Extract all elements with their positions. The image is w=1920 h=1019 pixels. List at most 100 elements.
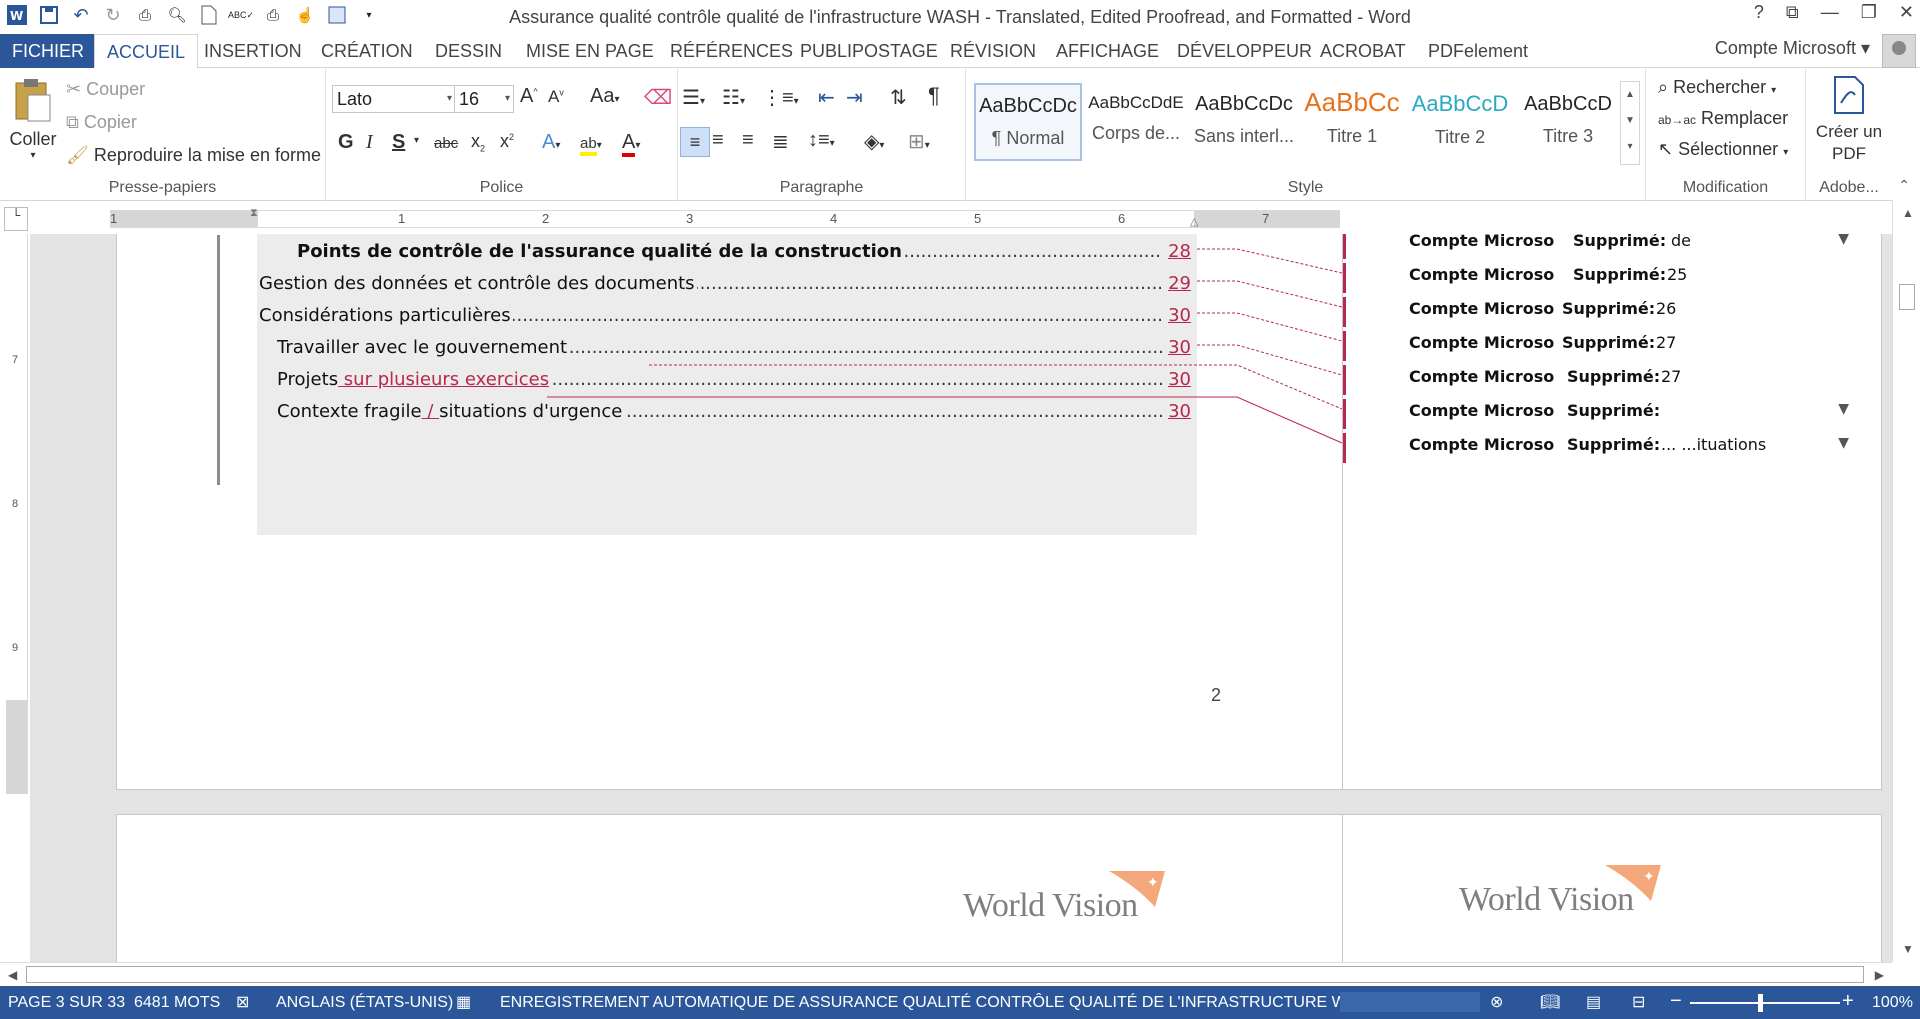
document-area[interactable]: Points de contrôle de l'assurance qualit…: [30, 234, 1892, 962]
subscript-icon[interactable]: x2: [471, 131, 485, 154]
find-button[interactable]: ⌕ Rechercher ▾: [1658, 77, 1776, 98]
collapse-ribbon-icon[interactable]: ⌃: [1898, 177, 1910, 194]
increase-indent-icon[interactable]: ⇥: [846, 85, 863, 110]
cut-button[interactable]: ✂ Couper: [66, 79, 145, 100]
change-case-button[interactable]: Aa▾: [590, 85, 620, 108]
revision-balloon[interactable]: Compte Microso Supprimé: ... ...ituation…: [1409, 429, 1849, 463]
font-name-combo[interactable]: Lato ▾: [332, 85, 456, 113]
font-color-icon[interactable]: A▾: [622, 131, 640, 157]
tab-acrobat[interactable]: ACROBAT: [1308, 34, 1418, 68]
zoom-out-icon[interactable]: −: [1670, 990, 1682, 1013]
grow-font-icon[interactable]: A^: [520, 85, 538, 108]
tab-affichage[interactable]: AFFICHAGE: [1044, 34, 1171, 68]
print-layout-icon[interactable]: ▤: [1586, 992, 1601, 1012]
more-styles-icon[interactable]: ▾: [1621, 134, 1639, 160]
minimize-icon[interactable]: —: [1821, 2, 1839, 23]
tab-references[interactable]: RÉFÉRENCES: [658, 34, 805, 68]
tab-creation[interactable]: CRÉATION: [309, 34, 425, 68]
language-indicator[interactable]: ANGLAIS (ÉTATS-UNIS): [276, 994, 453, 1012]
right-indent-icon[interactable]: △: [1190, 215, 1198, 228]
line-spacing-icon[interactable]: ↕≡▾: [808, 129, 835, 152]
revision-balloon[interactable]: Compte Microso Supprimé: 27: [1409, 361, 1849, 395]
proofing-icon[interactable]: ⊠: [236, 992, 249, 1012]
avatar[interactable]: [1882, 34, 1916, 68]
format-painter-button[interactable]: 🖌 Reproduire la mise en forme: [66, 145, 321, 166]
scroll-left-icon[interactable]: ◀: [8, 968, 17, 982]
scroll-thumb[interactable]: [1899, 284, 1915, 310]
style-sans-interligne[interactable]: AaBbCcDc Sans interl...: [1190, 83, 1298, 161]
tab-mise-en-page[interactable]: MISE EN PAGE: [514, 34, 666, 68]
page-indicator[interactable]: PAGE 3 SUR 33: [8, 994, 125, 1012]
ribbon-display-icon[interactable]: ⧉: [1786, 2, 1799, 23]
chevron-down-icon[interactable]: ▼: [1621, 108, 1639, 134]
chevron-down-icon[interactable]: ▾: [414, 135, 419, 146]
align-right-icon[interactable]: ≡: [742, 129, 754, 152]
tab-fichier[interactable]: FICHIER: [0, 34, 96, 68]
web-layout-icon[interactable]: ⊟: [1632, 992, 1645, 1012]
revision-balloon[interactable]: Compte Microso Supprimé: 26: [1409, 293, 1849, 327]
chevron-up-icon[interactable]: ▲: [1621, 82, 1639, 108]
shading-icon[interactable]: ◈▾: [864, 129, 884, 154]
revision-balloon[interactable]: Compte Microso Supprimé: ▼: [1409, 395, 1849, 429]
paste-button[interactable]: Coller ▾: [8, 77, 58, 161]
horizontal-ruler[interactable]: 1 1 2 3 4 5 6 7 ⧗ △: [110, 207, 1340, 228]
bullets-icon[interactable]: ☰▾: [682, 85, 705, 110]
zoom-level[interactable]: 100%: [1872, 994, 1913, 1012]
show-formatting-icon[interactable]: ¶: [928, 83, 940, 109]
close-icon[interactable]: ✕: [1899, 2, 1914, 23]
copy-button[interactable]: ⧉ Copier: [66, 112, 137, 133]
zoom-slider[interactable]: [1690, 1002, 1840, 1004]
font-size-combo[interactable]: 16 ▾: [454, 85, 514, 113]
cancel-icon[interactable]: ⊗: [1490, 992, 1503, 1012]
scroll-right-icon[interactable]: ▶: [1875, 968, 1884, 982]
expand-icon[interactable]: ▼: [1838, 401, 1849, 417]
sort-icon[interactable]: ⇅: [890, 85, 907, 110]
indent-marker-icon[interactable]: ⧗: [250, 207, 258, 220]
style-normal[interactable]: AaBbCcDc ¶ Normal: [974, 83, 1082, 161]
restore-icon[interactable]: ❐: [1861, 2, 1877, 23]
zoom-slider-thumb[interactable]: [1758, 994, 1763, 1012]
vertical-scrollbar[interactable]: ▲ ▼: [1892, 200, 1920, 962]
vertical-ruler[interactable]: 7 8 9: [6, 234, 28, 794]
decrease-indent-icon[interactable]: ⇤: [818, 85, 835, 110]
help-icon[interactable]: ?: [1754, 2, 1764, 23]
style-titre-2[interactable]: AaBbCcD Titre 2: [1406, 83, 1514, 161]
strikethrough-icon[interactable]: abc: [434, 135, 458, 152]
clear-formatting-icon[interactable]: ⌫: [644, 85, 672, 110]
tab-insertion[interactable]: INSERTION: [192, 34, 314, 68]
macro-record-icon[interactable]: ▦: [456, 992, 471, 1012]
revision-balloon[interactable]: Compte Microso Supprimé: de ▼: [1409, 234, 1849, 259]
tab-accueil[interactable]: ACCUEIL: [94, 34, 199, 69]
text-effects-icon[interactable]: A▾: [542, 131, 560, 154]
italic-icon[interactable]: I: [366, 131, 373, 154]
style-corps[interactable]: AaBbCcDdE Corps de...: [1082, 83, 1190, 161]
select-button[interactable]: ↖ Sélectionner ▾: [1658, 139, 1788, 160]
align-center-icon[interactable]: ≡: [712, 129, 724, 152]
read-mode-icon[interactable]: 📖︎: [1540, 992, 1560, 1012]
style-titre-1[interactable]: AaBbCc Titre 1: [1298, 83, 1406, 161]
horizontal-scrollbar[interactable]: ◀ ▶: [0, 962, 1892, 986]
account-name[interactable]: Compte Microsoft ▾: [1715, 38, 1870, 59]
scroll-up-icon[interactable]: ▲: [1902, 206, 1914, 220]
revision-balloon[interactable]: Compte Microso Supprimé: 27: [1409, 327, 1849, 361]
underline-icon[interactable]: S: [392, 131, 405, 154]
multilevel-list-icon[interactable]: ⋮≡▾: [762, 85, 799, 110]
tab-dessin[interactable]: DESSIN: [423, 34, 514, 68]
zoom-in-icon[interactable]: +: [1842, 990, 1854, 1013]
expand-icon[interactable]: ▼: [1838, 435, 1849, 451]
style-titre-3[interactable]: AaBbCcD Titre 3: [1514, 83, 1622, 161]
tab-publipostage[interactable]: PUBLIPOSTAGE: [788, 34, 950, 68]
tab-developpeur[interactable]: DÉVELOPPEUR: [1165, 34, 1324, 68]
align-left-icon[interactable]: ≡: [680, 127, 710, 157]
numbering-icon[interactable]: ☷▾: [722, 85, 745, 110]
bold-icon[interactable]: G: [338, 131, 354, 154]
tab-selector[interactable]: └: [4, 207, 28, 231]
styles-scroll[interactable]: ▲ ▼ ▾: [1620, 81, 1640, 165]
scroll-down-icon[interactable]: ▼: [1902, 942, 1914, 956]
tab-revision[interactable]: RÉVISION: [938, 34, 1048, 68]
scroll-thumb[interactable]: [26, 966, 1864, 983]
borders-icon[interactable]: ⊞▾: [908, 129, 930, 154]
justify-icon[interactable]: ≣: [772, 129, 789, 154]
word-count[interactable]: 6481 MOTS: [134, 994, 220, 1012]
tab-pdfelement[interactable]: PDFelement: [1416, 34, 1540, 68]
